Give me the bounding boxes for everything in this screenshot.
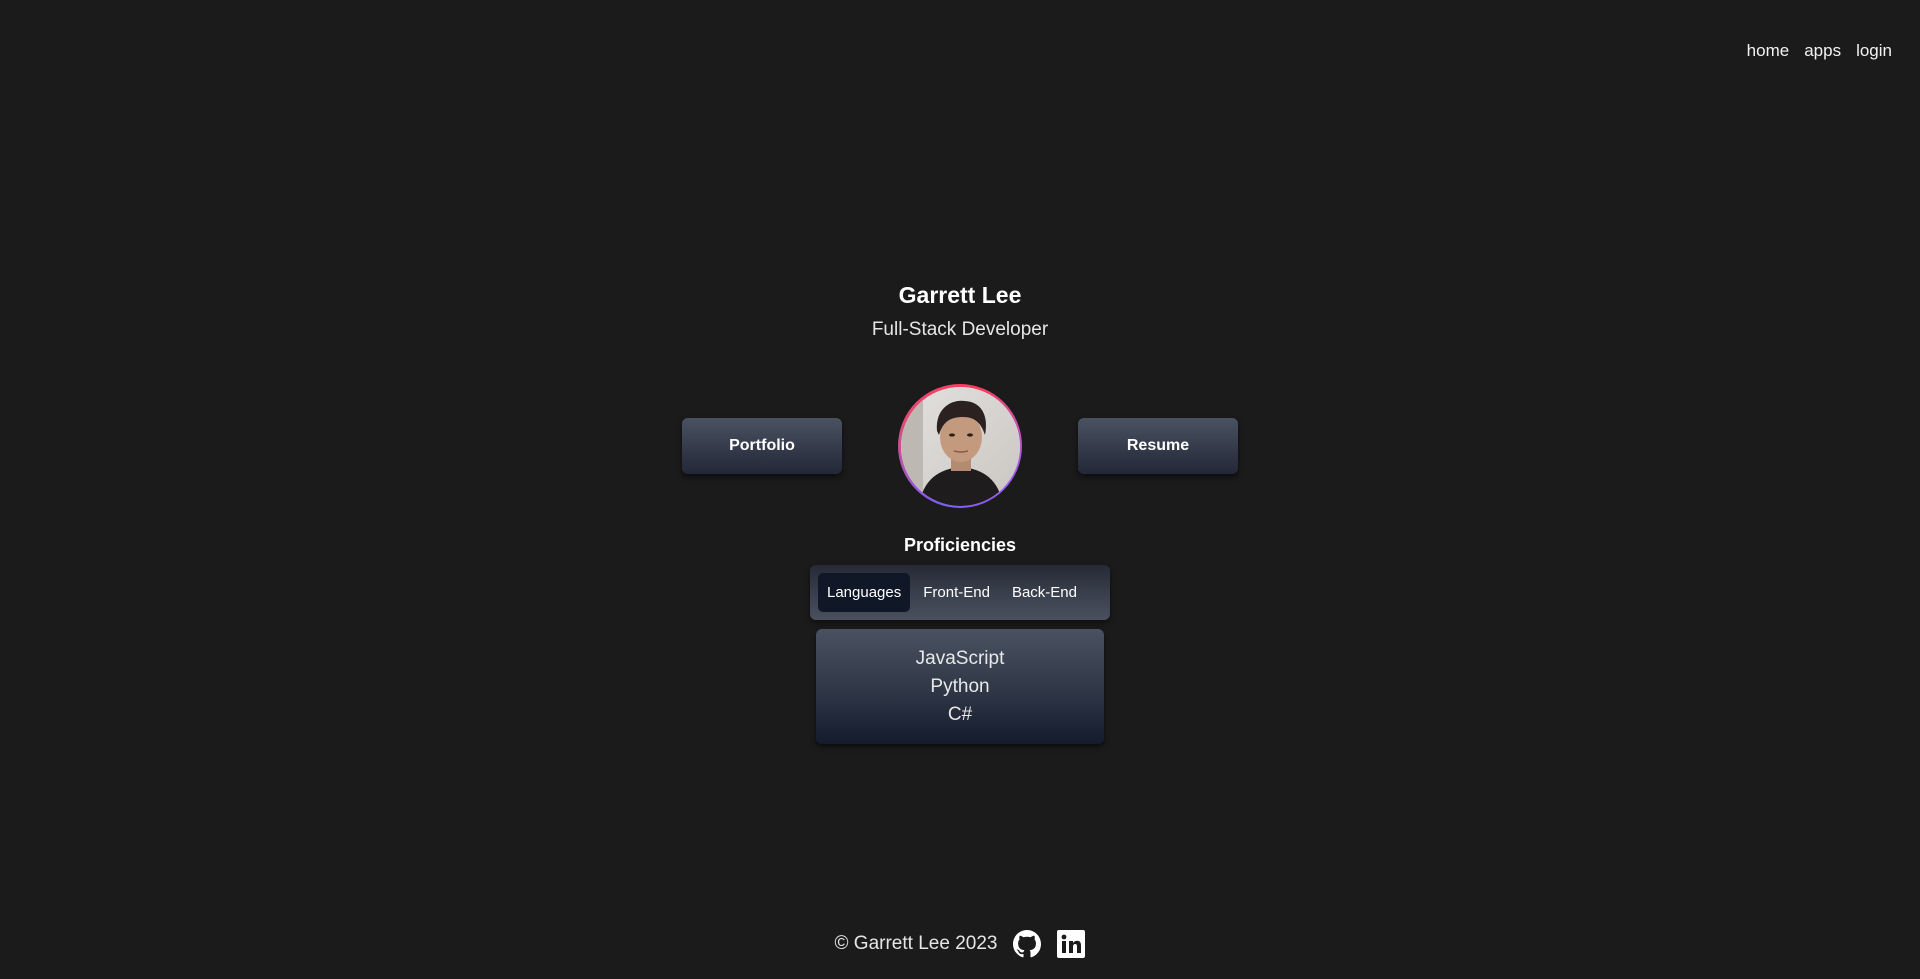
top-nav: home apps login: [1747, 41, 1892, 61]
avatar-ring: [898, 384, 1022, 508]
tab-front-end[interactable]: Front-End: [914, 573, 999, 612]
list-item: C#: [947, 703, 973, 725]
copyright-text: © Garrett Lee 2023: [834, 933, 998, 954]
list-item: Python: [930, 675, 990, 697]
avatar-photo: [900, 386, 1020, 506]
proficiency-panel: JavaScript Python C#: [816, 629, 1104, 744]
avatar: [900, 386, 1020, 506]
linkedin-icon[interactable]: [1057, 930, 1086, 958]
portfolio-button[interactable]: Portfolio: [682, 418, 842, 474]
tab-languages[interactable]: Languages: [818, 573, 911, 612]
page: home apps login Garrett Lee Full-Stack D…: [0, 0, 1920, 979]
github-icon[interactable]: [1013, 930, 1042, 958]
subtitle: Full-Stack Developer: [871, 319, 1049, 340]
proficiencies-title: Proficiencies: [903, 535, 1017, 555]
tab-back-end[interactable]: Back-End: [1003, 573, 1086, 612]
nav-home-link[interactable]: home: [1747, 41, 1790, 61]
list-item: JavaScript: [915, 647, 1005, 669]
footer: © Garrett Lee 2023: [0, 930, 1920, 958]
nav-apps-link[interactable]: apps: [1804, 41, 1841, 61]
proficiency-tabs: Languages Front-End Back-End: [810, 565, 1110, 620]
page-title: Garrett Lee: [898, 282, 1022, 308]
resume-button[interactable]: Resume: [1078, 418, 1238, 474]
nav-login-link[interactable]: login: [1856, 41, 1892, 61]
